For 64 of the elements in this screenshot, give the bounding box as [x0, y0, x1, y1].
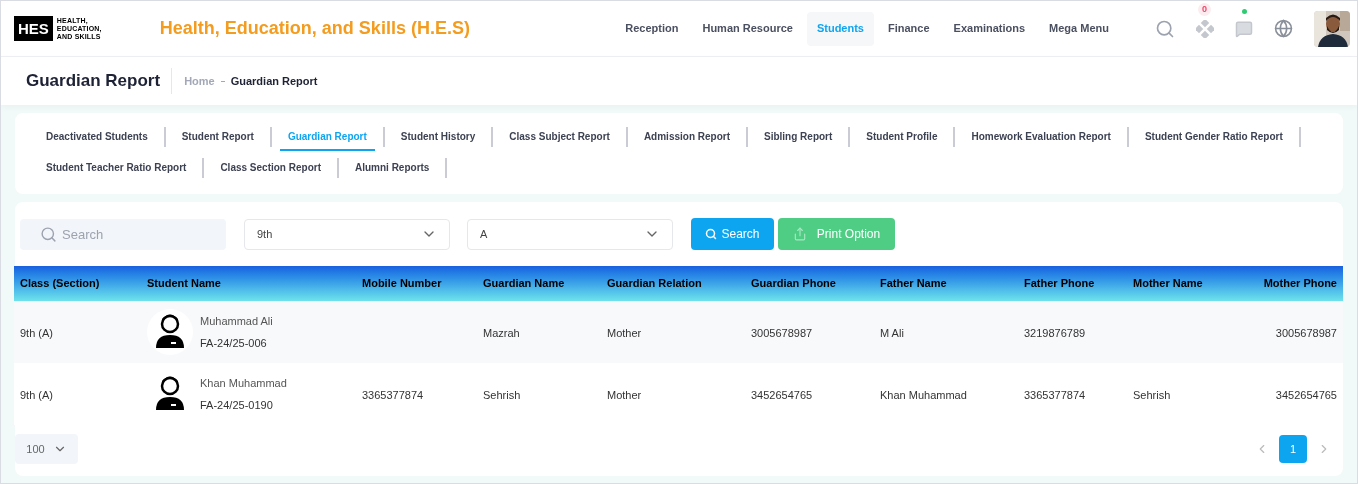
apps-icon[interactable] — [1196, 19, 1214, 38]
report-tab[interactable]: Sibling Report — [756, 123, 841, 151]
column-header: Father Name — [879, 276, 948, 292]
app-title: Health, Education, and Skills (H.E.S) — [159, 17, 470, 40]
student-id: FA-24/25-006 — [200, 336, 268, 351]
page-title: Guardian Report — [26, 68, 173, 94]
globe-icon[interactable] — [1274, 19, 1293, 38]
table-cell: Khan Muhammad — [880, 389, 967, 401]
report-tab[interactable]: Student Profile — [858, 123, 946, 151]
nav-link[interactable]: Reception — [615, 11, 689, 46]
logo-mark: HES — [14, 16, 53, 41]
column-header: Guardian Name — [482, 276, 566, 292]
nav-link[interactable]: Mega Menu — [1039, 11, 1119, 46]
report-tab[interactable]: Homework Evaluation Report — [963, 123, 1119, 151]
table-cell: M Ali — [880, 327, 904, 339]
table-cell: 3452654765 — [751, 389, 813, 401]
report-tab[interactable]: Class Section Report — [212, 154, 329, 182]
nav-link[interactable]: Finance — [878, 11, 940, 46]
student-name: Khan Muhammad — [200, 375, 287, 391]
report-tab[interactable]: Student Gender Ratio Report — [1136, 123, 1291, 151]
table-cell: 3365377874 — [362, 389, 424, 401]
report-tab[interactable]: Admission Report — [635, 123, 738, 151]
report-tab[interactable]: Student Report — [173, 123, 262, 151]
table-cell: 3219876789 — [1024, 327, 1086, 339]
table-cell: 3005678987 — [751, 327, 813, 339]
column-header: Mobile Number — [361, 276, 443, 292]
table-cell: 3452654765 — [1275, 389, 1337, 401]
table-cell: Sehrish — [1133, 389, 1171, 401]
report-tab[interactable]: Class Subject Report — [501, 123, 618, 151]
chat-icon[interactable] — [1235, 19, 1253, 38]
student-avatar-icon — [147, 309, 193, 355]
upload-icon — [792, 227, 807, 241]
table-cell: 9th (A) — [20, 389, 53, 401]
student-name: Muhammad Ali — [200, 313, 273, 329]
column-header: Class (Section) — [19, 276, 101, 292]
column-header: Guardian Relation — [606, 276, 703, 292]
column-header: Guardian Phone — [750, 276, 837, 292]
notification-count: 0 — [1198, 2, 1211, 16]
table-cell: Sehrish — [483, 389, 521, 401]
column-header: Father Phone — [1023, 276, 1096, 292]
page-size-select[interactable]: 100 — [15, 434, 78, 464]
class-select[interactable]: 9th — [244, 218, 450, 250]
table-cell: 3365377874 — [1024, 389, 1086, 401]
table-cell: 9th (A) — [20, 327, 53, 339]
search-icon[interactable] — [1155, 18, 1175, 39]
column-header: Mother Name — [1132, 276, 1204, 292]
table-cell: Mother — [607, 327, 642, 339]
nav-link[interactable]: Examinations — [943, 11, 1036, 46]
section-select[interactable]: A — [467, 218, 673, 250]
report-tab[interactable]: Alumni Reports — [347, 154, 438, 182]
column-header: Student Name — [146, 276, 222, 292]
table-cell: Mazrah — [483, 327, 520, 339]
search-icon — [40, 225, 57, 243]
report-tab[interactable]: Student History — [392, 123, 484, 151]
column-header: Mother Phone — [1262, 276, 1338, 292]
search-field[interactable]: Search — [20, 218, 226, 250]
student-id: FA-24/25-0190 — [200, 398, 274, 413]
report-tab[interactable]: Deactivated Students — [38, 123, 156, 151]
nav-link[interactable]: Human Resource — [692, 11, 803, 46]
report-tab[interactable]: Student Teacher Ratio Report — [38, 154, 195, 182]
search-icon — [705, 228, 718, 240]
table-cell: 3005678987 — [1275, 327, 1337, 339]
breadcrumb-current: Guardian Report — [230, 73, 318, 89]
table-cell: Mother — [607, 389, 642, 401]
